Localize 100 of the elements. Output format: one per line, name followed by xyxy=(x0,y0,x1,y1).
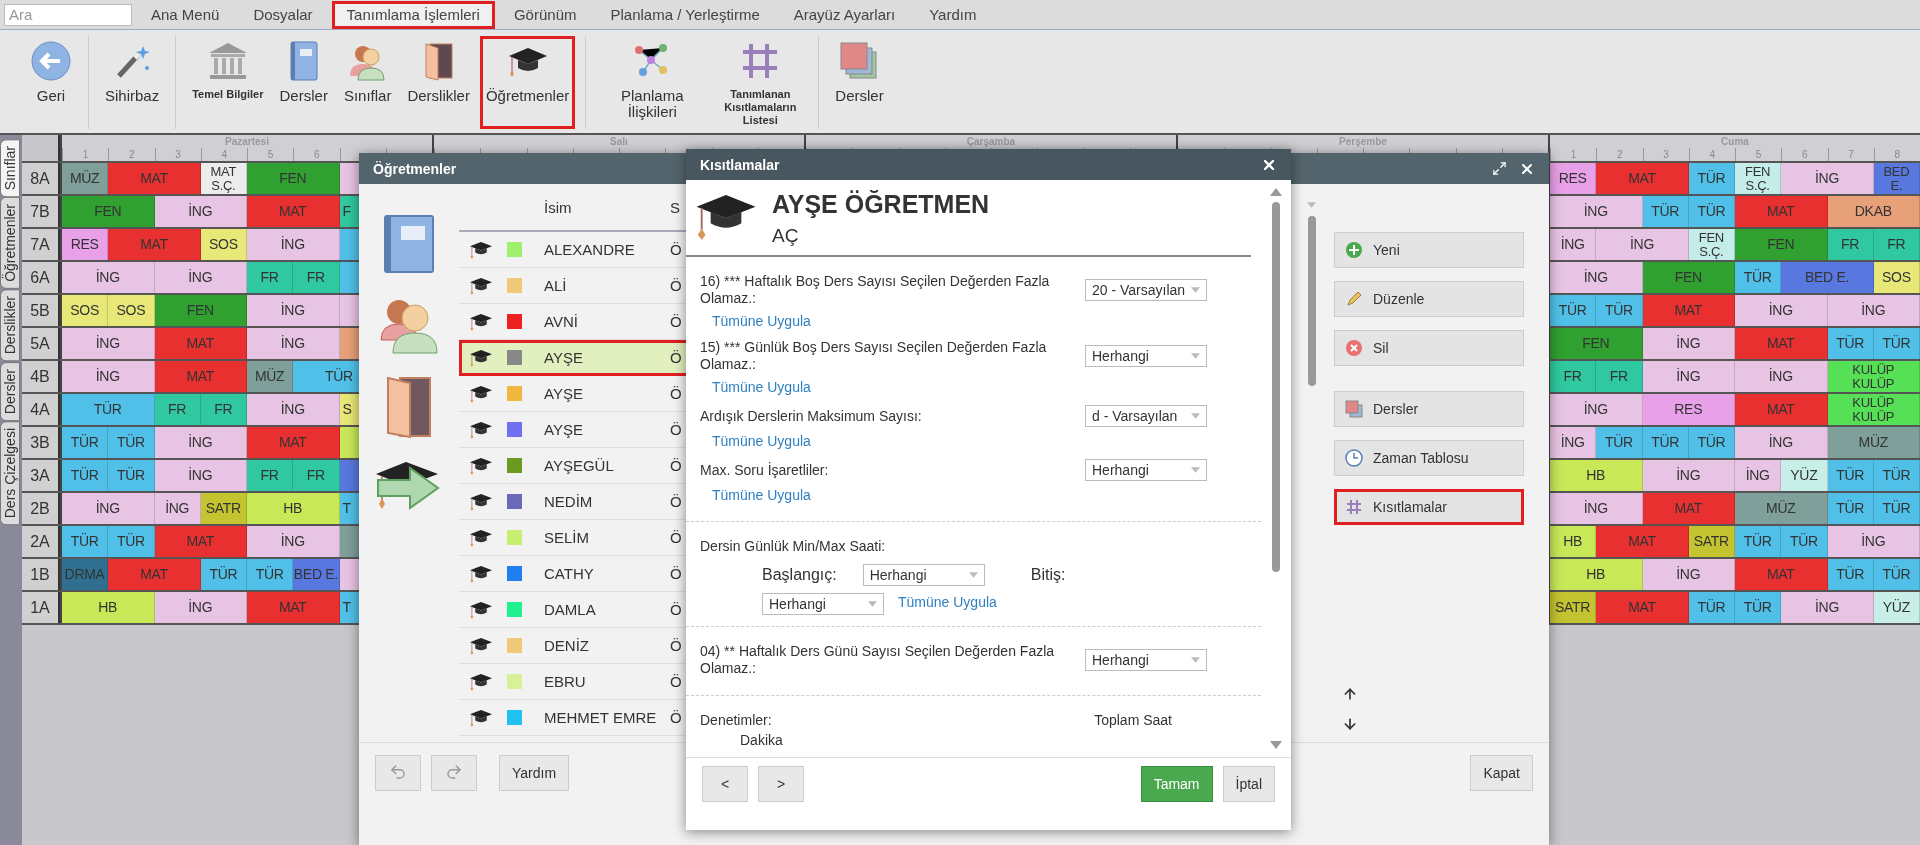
lesson-block[interactable]: TÜR xyxy=(200,559,247,590)
lesson-block[interactable]: İNG xyxy=(247,394,340,425)
lesson-block[interactable]: İNG xyxy=(1550,262,1643,293)
lesson-block[interactable]: İNG xyxy=(1827,295,1920,326)
lesson-block[interactable]: FR xyxy=(293,460,340,491)
scrollbar[interactable] xyxy=(1307,216,1316,386)
lesson-block[interactable]: TÜR xyxy=(1735,262,1782,293)
lesson-block[interactable]: İNG xyxy=(1642,328,1735,359)
ribbon-button[interactable]: Tanımlanan Kısıtlamaların Listesi xyxy=(712,36,809,129)
lesson-block[interactable]: MÜZ xyxy=(1735,493,1828,524)
action-button[interactable]: Zaman Tablosu xyxy=(1334,440,1524,476)
lesson-block[interactable]: YÜZ xyxy=(1873,592,1920,623)
lesson-block[interactable]: TÜR xyxy=(247,559,294,590)
lesson-block[interactable]: İNG xyxy=(1596,229,1689,260)
action-button[interactable]: Yeni xyxy=(1334,232,1524,268)
lesson-block[interactable]: TÜR xyxy=(1642,196,1689,227)
lesson-block[interactable]: İNG xyxy=(1735,295,1828,326)
lesson-block[interactable]: SATR xyxy=(200,493,247,524)
previous-button[interactable]: < xyxy=(702,766,748,802)
lesson-block[interactable]: HB xyxy=(62,592,155,623)
help-button[interactable]: Yardım xyxy=(499,755,570,791)
action-button[interactable]: Kısıtlamalar xyxy=(1334,489,1524,525)
lesson-block[interactable]: TÜR xyxy=(1873,460,1920,491)
lesson-block[interactable]: İNG xyxy=(1735,460,1782,491)
lesson-block[interactable]: İNG xyxy=(1781,163,1874,194)
lesson-block[interactable]: MÜZ xyxy=(247,361,294,392)
ribbon-button[interactable]: Planlama İlişkileri xyxy=(596,36,709,129)
lesson-block[interactable]: RES xyxy=(1550,163,1597,194)
lesson-block[interactable]: İNG xyxy=(1827,526,1920,557)
lesson-block[interactable]: İNG xyxy=(154,460,247,491)
side-tab[interactable]: Öğretmenler xyxy=(0,197,20,290)
lesson-block[interactable]: İNG xyxy=(154,592,247,623)
lesson-block[interactable]: YÜZ xyxy=(1781,460,1828,491)
lesson-block[interactable]: FR xyxy=(293,262,340,293)
dropdown[interactable]: Herhangi xyxy=(762,593,884,615)
lesson-block[interactable]: İNG xyxy=(247,328,340,359)
lesson-block[interactable]: FEN xyxy=(1550,328,1643,359)
dropdown[interactable]: Herhangi xyxy=(1085,649,1207,671)
lesson-block[interactable]: DKAB xyxy=(1827,196,1920,227)
lesson-block[interactable]: FR xyxy=(247,460,294,491)
lesson-block[interactable]: TÜR xyxy=(1688,196,1735,227)
lesson-block[interactable]: TÜR xyxy=(1873,328,1920,359)
lesson-block[interactable]: MÜZ xyxy=(1827,427,1920,458)
lesson-block[interactable]: FR xyxy=(200,394,247,425)
lesson-block[interactable]: FR xyxy=(154,394,201,425)
undo-button[interactable] xyxy=(375,755,421,791)
lesson-block[interactable]: TÜR xyxy=(1688,163,1735,194)
scroll-down-icon[interactable] xyxy=(1270,741,1282,749)
menu-tab[interactable]: Yardım xyxy=(914,0,992,29)
scroll-up-icon[interactable] xyxy=(1270,188,1282,196)
lesson-block[interactable]: HB xyxy=(1550,526,1597,557)
lesson-block[interactable]: TÜR xyxy=(1688,592,1735,623)
lesson-block[interactable]: FR xyxy=(1873,229,1920,260)
ribbon-button[interactable]: Temel Bilgiler xyxy=(186,36,270,129)
redo-button[interactable] xyxy=(431,755,477,791)
lesson-block[interactable]: HB xyxy=(1550,460,1643,491)
lesson-block[interactable]: İNG xyxy=(1550,394,1643,425)
action-button[interactable]: Düzenle xyxy=(1334,281,1524,317)
lesson-block[interactable]: TÜR xyxy=(1827,328,1874,359)
lesson-block[interactable]: TÜR xyxy=(1596,427,1643,458)
lesson-block[interactable]: TÜR xyxy=(62,460,109,491)
lesson-block[interactable]: İNG xyxy=(1642,559,1735,590)
ribbon-button[interactable]: Sihirbaz xyxy=(99,36,166,129)
lesson-block[interactable]: KULÜP KULÜP xyxy=(1827,394,1920,425)
lesson-block[interactable]: İNG xyxy=(154,493,201,524)
lesson-block[interactable]: İNG xyxy=(154,196,247,227)
lesson-block[interactable]: İNG xyxy=(1550,493,1643,524)
lesson-block[interactable]: İNG xyxy=(247,526,340,557)
dropdown[interactable]: Herhangi xyxy=(1085,459,1207,481)
lesson-block[interactable]: KULÜP KULÜP xyxy=(1827,361,1920,392)
lesson-block[interactable]: FEN S.Ç. xyxy=(1735,163,1782,194)
lesson-block[interactable]: FR xyxy=(1596,361,1643,392)
lesson-block[interactable]: İNG xyxy=(62,493,155,524)
apply-all-link[interactable]: Tümüne Uygula xyxy=(712,379,811,395)
cancel-button[interactable]: İptal xyxy=(1222,766,1275,802)
lesson-block[interactable]: İNG xyxy=(1550,196,1643,227)
lesson-block[interactable]: İNG xyxy=(247,229,340,260)
lesson-block[interactable]: TÜR xyxy=(1688,427,1735,458)
apply-all-link[interactable]: Tümüne Uygula xyxy=(712,487,811,503)
lesson-block[interactable]: TÜR xyxy=(1827,493,1874,524)
lesson-block[interactable]: İNG xyxy=(1735,361,1828,392)
lesson-block[interactable]: TÜR xyxy=(108,526,155,557)
lesson-block[interactable]: SOS xyxy=(108,295,155,326)
lesson-block[interactable]: TÜR xyxy=(108,460,155,491)
lesson-block[interactable]: FEN S.Ç. xyxy=(1688,229,1735,260)
lesson-block[interactable]: MAT S.Ç. xyxy=(200,163,247,194)
side-tab[interactable]: Derslikler xyxy=(0,289,20,362)
lesson-block[interactable]: İNG xyxy=(62,328,155,359)
lesson-block[interactable]: İNG xyxy=(247,295,340,326)
menu-tab[interactable]: Arayüz Ayarları xyxy=(778,0,911,29)
lesson-block[interactable]: TÜR xyxy=(1873,493,1920,524)
lesson-block[interactable]: MÜZ xyxy=(62,163,109,194)
ribbon-button[interactable]: Dersler xyxy=(829,36,890,129)
lesson-block[interactable]: TÜR xyxy=(1735,592,1782,623)
dropdown[interactable]: Herhangi xyxy=(862,564,985,586)
lesson-block[interactable]: İNG xyxy=(62,361,155,392)
lesson-block[interactable]: SATR xyxy=(1688,526,1735,557)
lesson-block[interactable]: FR xyxy=(1550,361,1597,392)
lesson-block[interactable]: FEN xyxy=(247,163,340,194)
lesson-block[interactable]: İNG xyxy=(1550,229,1597,260)
